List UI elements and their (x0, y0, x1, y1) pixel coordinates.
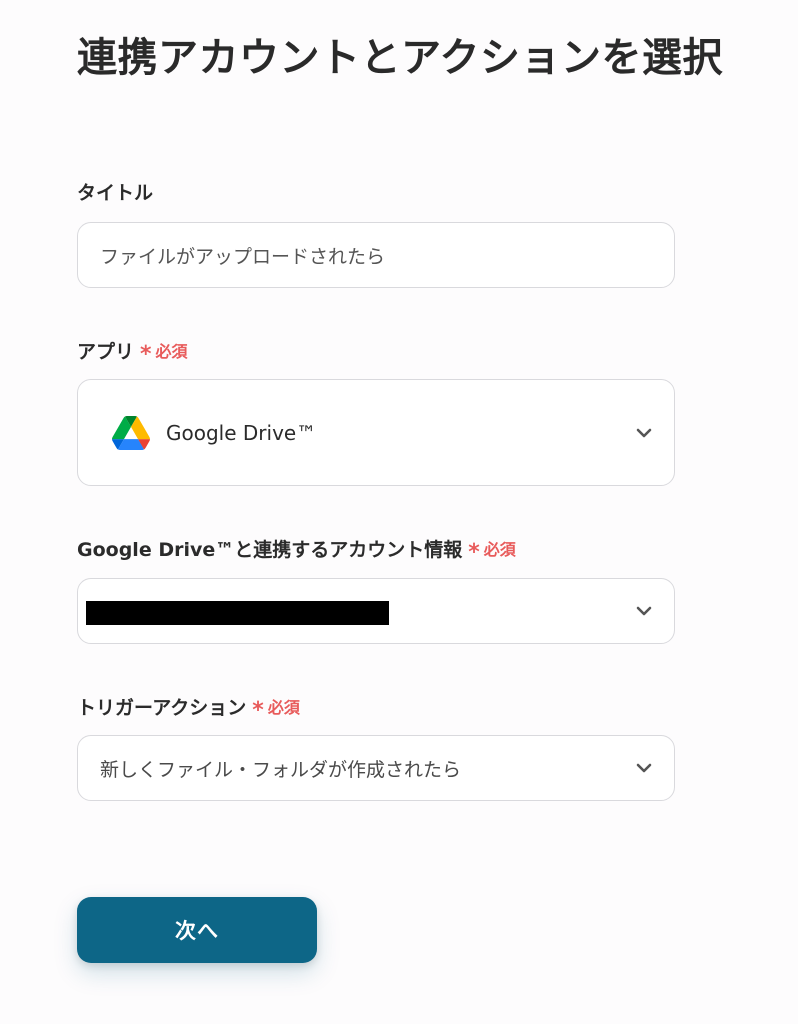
next-button[interactable]: 次へ (77, 897, 317, 963)
account-label-text: Google Drive™と連携するアカウント情報 (77, 539, 463, 561)
required-badge: * 必須 (140, 340, 188, 367)
chevron-down-icon (636, 763, 652, 773)
account-select[interactable] (77, 578, 675, 644)
required-text: 必須 (155, 342, 188, 361)
trigger-field-label: トリガーアクション * 必須 (77, 696, 300, 723)
redacted-account-value (86, 601, 389, 625)
title-input-container (77, 222, 675, 288)
title-field-label: タイトル (77, 181, 153, 205)
title-input[interactable] (78, 223, 674, 287)
title-label-text: タイトル (77, 182, 154, 204)
app-field-label: アプリ * 必須 (77, 340, 188, 367)
required-star: * (468, 540, 480, 565)
account-field-label: Google Drive™と連携するアカウント情報 * 必須 (77, 538, 516, 565)
app-select-value: Google Drive™ (166, 420, 317, 445)
required-text: 必須 (483, 540, 516, 559)
trigger-action-select[interactable]: 新しくファイル・フォルダが作成されたら (77, 735, 675, 801)
required-star: * (252, 698, 264, 723)
required-text: 必須 (267, 698, 300, 717)
required-star: * (140, 342, 152, 367)
app-select[interactable]: Google Drive™ (77, 379, 675, 486)
app-label-text: アプリ (77, 341, 135, 363)
google-drive-icon (112, 415, 150, 450)
required-badge: * 必須 (468, 538, 516, 565)
required-badge: * 必須 (252, 696, 300, 723)
chevron-down-icon (636, 606, 652, 616)
trigger-action-value: 新しくファイル・フォルダが作成されたら (100, 758, 462, 781)
page-title: 連携アカウントとアクションを選択 (77, 35, 723, 81)
chevron-down-icon (636, 428, 652, 437)
trigger-label-text: トリガーアクション (77, 697, 247, 719)
